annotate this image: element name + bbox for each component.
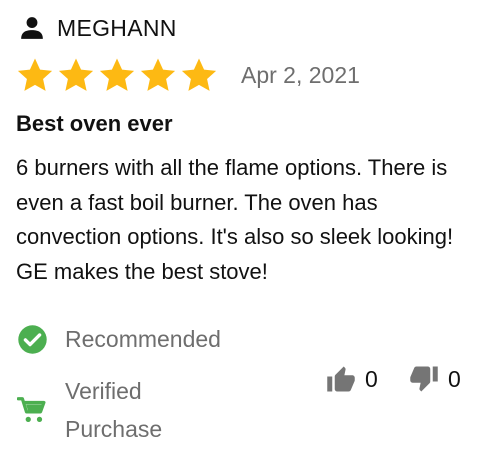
star-icon [140, 58, 176, 91]
review-body: 6 burners with all the flame options. Th… [16, 155, 454, 284]
reviewer: MEGHANN [19, 12, 177, 44]
review-date: Apr 2, 2021 [241, 61, 360, 88]
verified-purchase-label: Verified Purchase [65, 378, 163, 442]
star-icon [17, 58, 53, 91]
thumbs-up-icon [327, 366, 355, 392]
person-icon [21, 17, 43, 39]
verified-purchase-badge: Verified Purchase [17, 372, 195, 448]
shopping-cart-icon [17, 397, 46, 422]
recommended-badge: Recommended [17, 322, 221, 356]
review-card: MEGHANN Apr 2, 2021 Best oven ever 6 bur… [0, 0, 495, 452]
check-circle-icon [18, 324, 47, 354]
recommended-label: Recommended [65, 325, 221, 352]
review-title: Best oven ever [16, 111, 173, 136]
helpful-vote-button[interactable]: 0 [325, 364, 378, 394]
reviewer-name: MEGHANN [57, 14, 177, 41]
star-rating [16, 56, 221, 94]
unhelpful-vote-button[interactable]: 0 [408, 364, 461, 394]
star-icon [58, 58, 94, 91]
star-icon [181, 58, 217, 91]
unhelpful-count: 0 [448, 365, 461, 392]
star-icon [99, 58, 135, 91]
rating-row: Apr 2, 2021 [16, 55, 360, 95]
helpful-count: 0 [365, 365, 378, 392]
thumbs-down-icon [410, 366, 438, 392]
